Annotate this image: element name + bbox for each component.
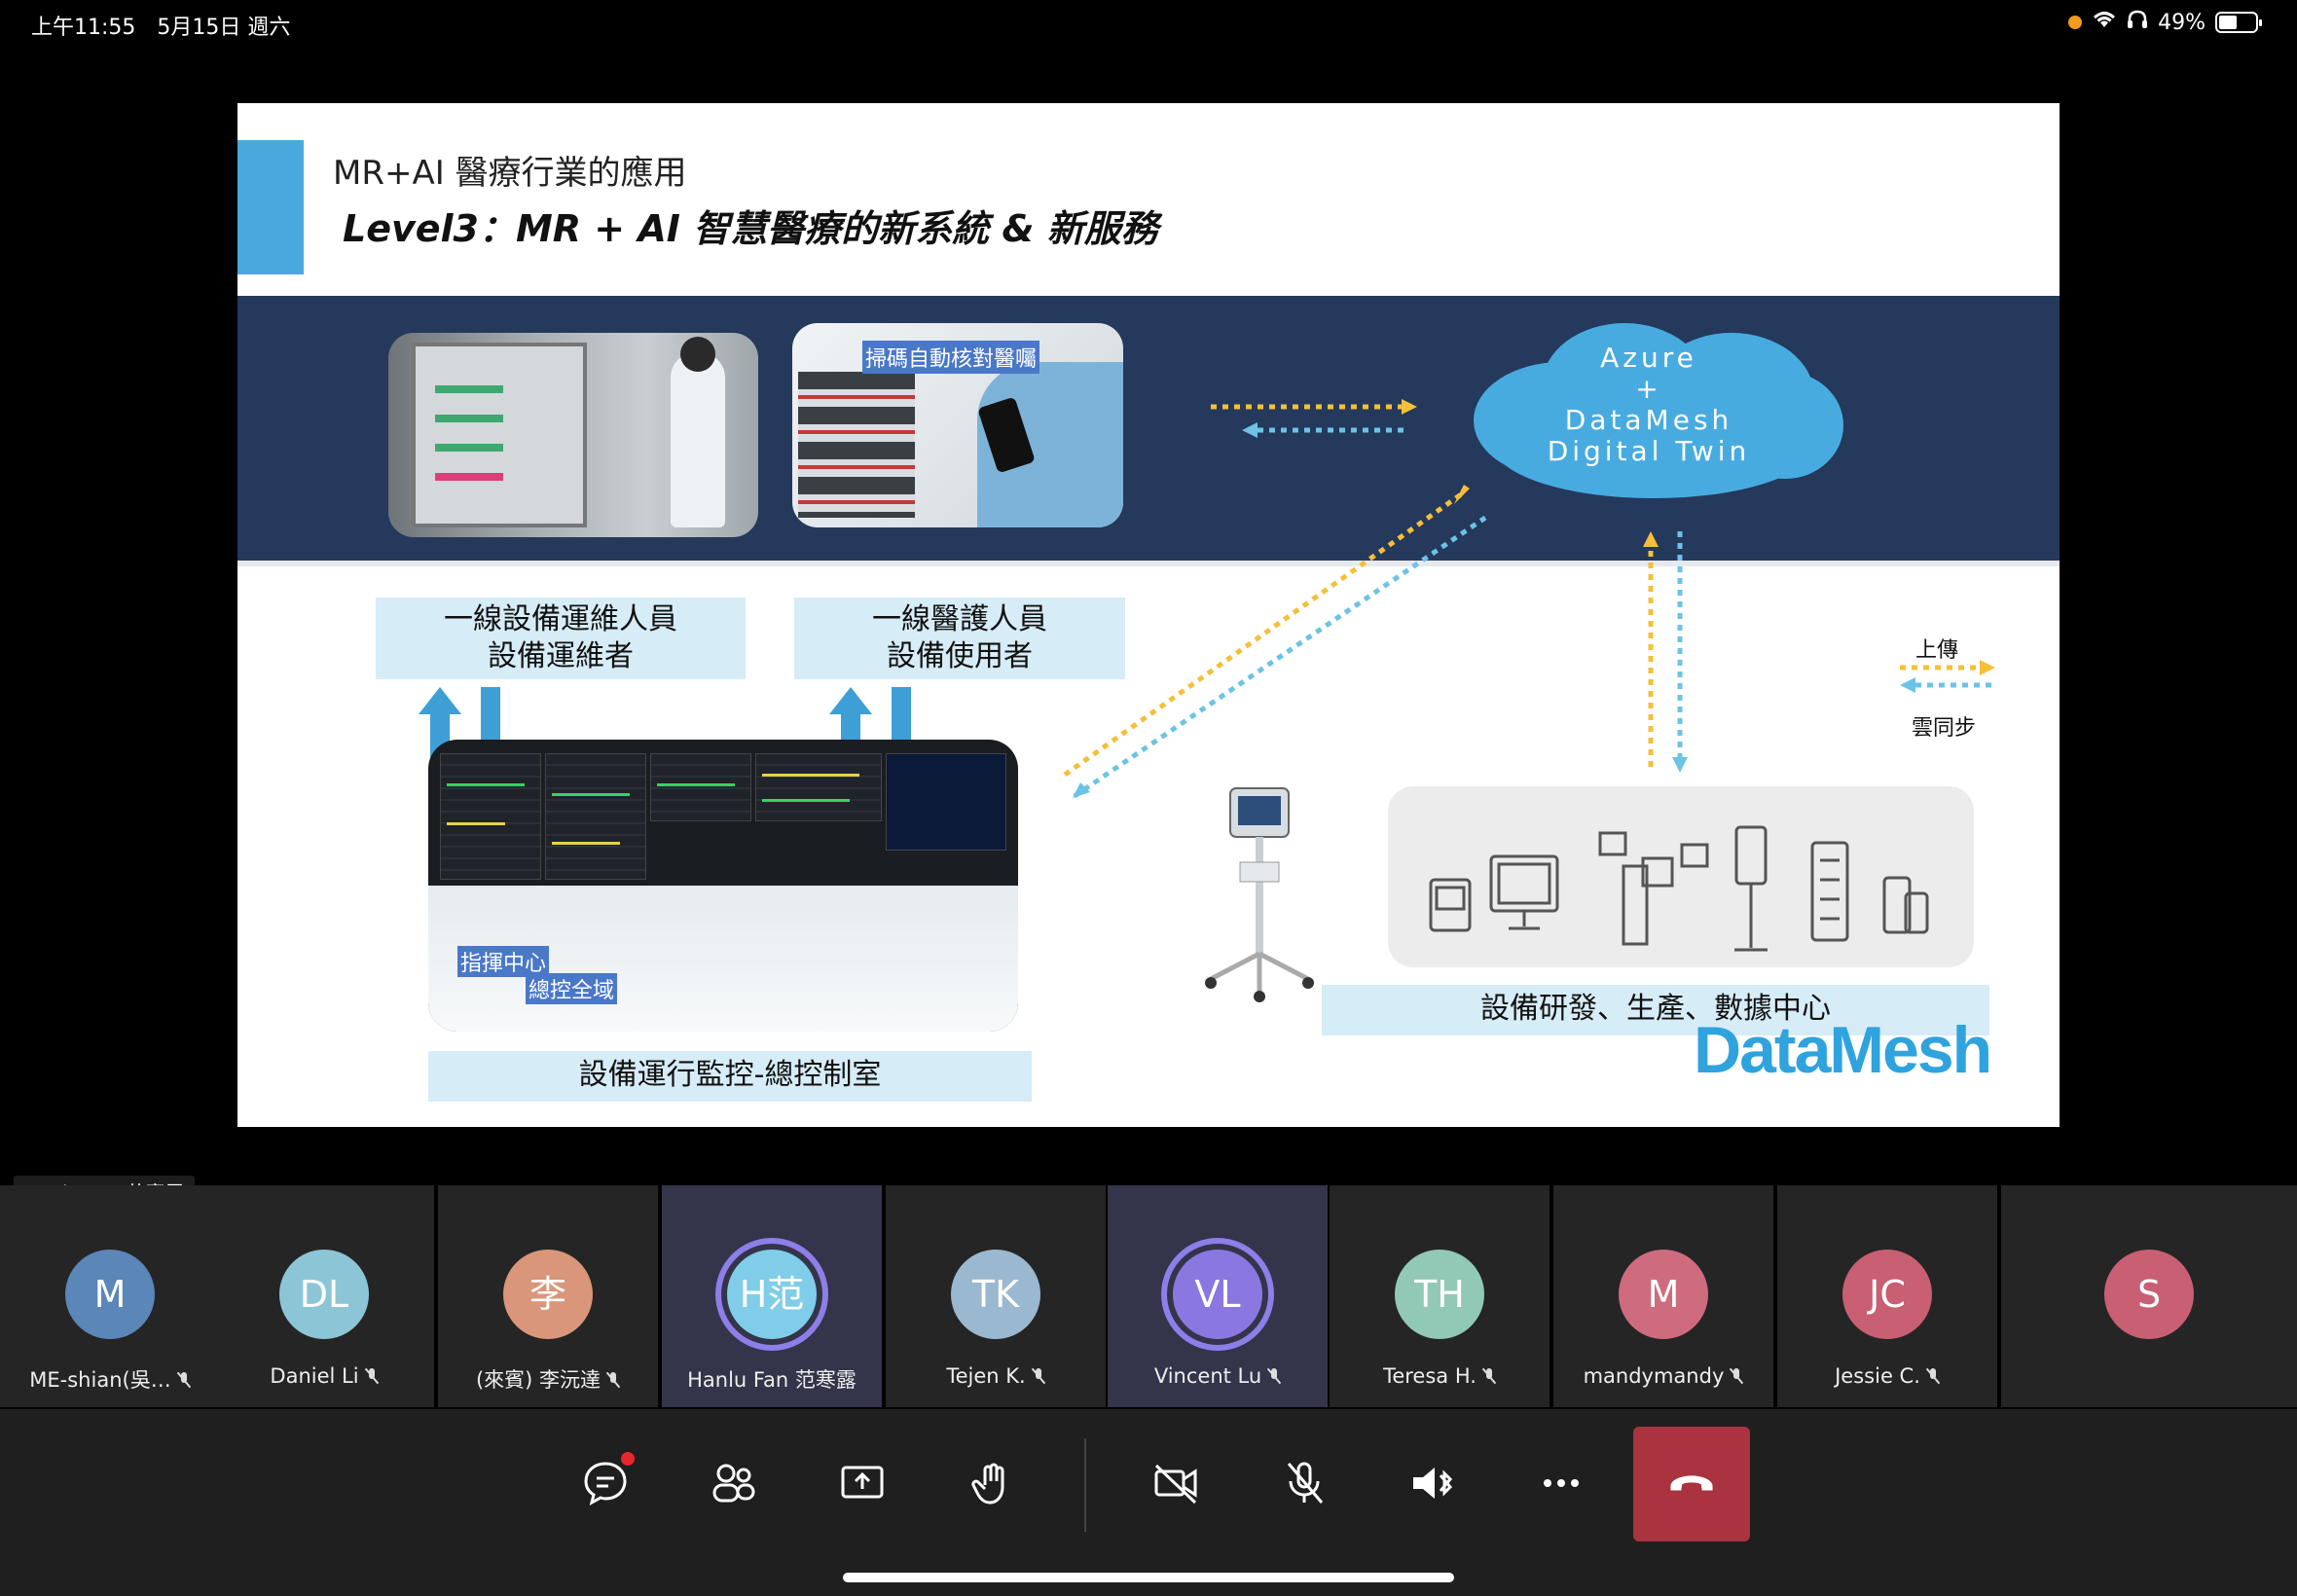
shared-screen: MR+AI 醫療行業的應用 Level3：MR + AI 智慧醫療的新系統 & …: [0, 47, 2297, 1211]
participant-name: Tejen K.: [946, 1364, 1026, 1388]
raise-hand-button[interactable]: [954, 1446, 1028, 1520]
wifi-icon: [2092, 10, 2117, 35]
avatar: TH: [1395, 1250, 1484, 1339]
chat-button[interactable]: [568, 1446, 642, 1520]
mic-muted-icon: [177, 1371, 191, 1389]
participant-strip[interactable]: M ME-shian(吳… DL Daniel Li 李 (來賓) 李沅達 H范…: [0, 1185, 2297, 1409]
equipment-panel: [1388, 786, 1974, 967]
headphones-icon: [2127, 10, 2148, 35]
share-screen-button[interactable]: [825, 1446, 899, 1520]
speaker-icon: [1413, 1468, 1453, 1499]
avatar: VL: [1173, 1250, 1262, 1339]
mic-muted-icon: [606, 1371, 620, 1389]
mic-muted-icon: [1267, 1367, 1281, 1385]
participant-name: (來賓) 李沅達: [475, 1368, 602, 1392]
sync-arrows: [1063, 399, 1995, 799]
avatar: M: [1619, 1250, 1708, 1339]
participant-tile[interactable]: S: [2001, 1185, 2297, 1407]
video-off-icon: [1154, 1464, 1197, 1505]
meeting-controls: [0, 1409, 2297, 1596]
avatar: S: [2104, 1250, 2194, 1339]
upload-arrow-diagonal: [1063, 485, 1470, 778]
mic-muted-icon: [1482, 1367, 1496, 1385]
participants-button[interactable]: [697, 1446, 771, 1520]
home-indicator[interactable]: [843, 1573, 1454, 1582]
medical-devices-icon: [1429, 825, 1929, 952]
avatar: JC: [1842, 1250, 1932, 1339]
avatar: M: [65, 1250, 155, 1339]
controls-divider: [1084, 1438, 1086, 1532]
leave-meeting-button[interactable]: [1633, 1427, 1750, 1542]
participant-tile[interactable]: M mandymandy: [1553, 1185, 1773, 1407]
participant-tile[interactable]: JC Jessie C.: [1777, 1185, 1997, 1407]
avatar: DL: [279, 1250, 369, 1339]
mic-muted-icon: [1032, 1367, 1045, 1385]
participant-tile-self[interactable]: VL Vincent Lu: [1108, 1185, 1328, 1407]
participant-name: Hanlu Fan 范寒露: [687, 1368, 857, 1392]
participant-tile-active-speaker[interactable]: H范 Hanlu Fan 范寒露: [662, 1185, 882, 1407]
presentation-slide: MR+AI 醫療行業的應用 Level3：MR + AI 智慧醫療的新系統 & …: [237, 103, 2060, 1127]
status-bar: 上午11:55 5月15日 週六 49%: [0, 0, 2297, 47]
participant-name: Vincent Lu: [1153, 1364, 1262, 1388]
more-options-button[interactable]: [1524, 1446, 1598, 1520]
datamesh-logo: DataMesh: [1694, 1013, 1992, 1087]
participant-tile[interactable]: TK Tejen K.: [886, 1185, 1106, 1407]
sync-arrow-vertical: [1672, 531, 1688, 773]
avatar: H范: [727, 1250, 817, 1339]
mic-muted-icon: [365, 1367, 379, 1385]
legend-sync-arrow: [1900, 677, 1995, 693]
upload-arrow-vertical: [1643, 531, 1659, 767]
participant-name: Jessie C.: [1835, 1364, 1920, 1388]
unread-badge: [621, 1452, 635, 1466]
participant-tile[interactable]: M ME-shian(吳…: [0, 1185, 220, 1407]
mic-muted-icon: [1730, 1367, 1743, 1385]
raise-hand-icon: [971, 1463, 1004, 1505]
audio-output-button[interactable]: [1396, 1446, 1470, 1520]
participant-tile[interactable]: DL Daniel Li: [214, 1185, 434, 1407]
recording-dot-icon: [2068, 16, 2083, 29]
ventilator-icon: [1205, 787, 1314, 1002]
status-date: 5月15日 週六: [157, 16, 291, 40]
mic-toggle-button[interactable]: [1267, 1446, 1341, 1520]
participant-name: Teresa H.: [1383, 1364, 1477, 1388]
legend-sync-label: 雲同步: [1912, 716, 1977, 741]
participant-name: ME-shian(吳…: [29, 1368, 171, 1392]
upload-arrow-horizontal: [1211, 399, 1417, 415]
battery-icon: [2215, 12, 2262, 33]
mic-muted-icon: [1926, 1367, 1940, 1385]
camera-toggle-button[interactable]: [1139, 1446, 1213, 1520]
participant-name: Daniel Li: [270, 1364, 359, 1388]
battery-percent: 49%: [2158, 10, 2206, 35]
chat-icon: [584, 1462, 627, 1505]
share-screen-icon: [841, 1466, 884, 1499]
participants-icon: [712, 1464, 755, 1503]
sync-arrow-diagonal: [1073, 515, 1487, 799]
more-icon: [1544, 1479, 1579, 1487]
participant-tile[interactable]: 李 (來賓) 李沅達: [438, 1185, 658, 1407]
participant-tile[interactable]: TH Teresa H.: [1330, 1185, 1550, 1407]
hang-up-icon: [1670, 1475, 1713, 1491]
mic-off-icon: [1287, 1462, 1324, 1504]
avatar: 李: [503, 1250, 593, 1339]
sync-arrow-horizontal: [1242, 422, 1409, 438]
avatar: TK: [951, 1250, 1040, 1339]
status-time: 上午11:55: [31, 16, 136, 40]
legend-upload-label: 上傳: [1915, 638, 1959, 663]
participant-name: mandymandy: [1583, 1364, 1725, 1388]
